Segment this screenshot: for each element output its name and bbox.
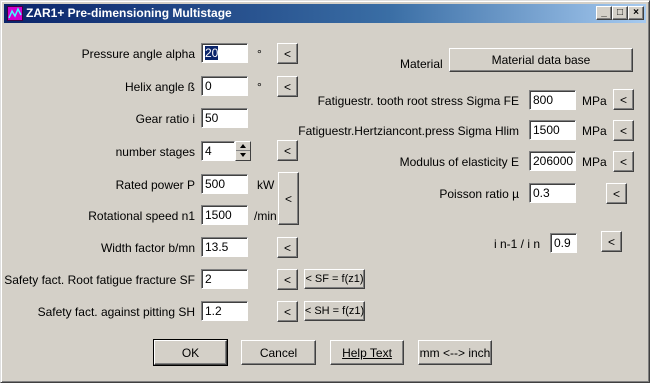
rated-power-input[interactable]: 500	[201, 174, 248, 194]
modulus-e-reset-button[interactable]: <	[613, 151, 634, 172]
pressure-angle-reset-button[interactable]: <	[277, 43, 298, 64]
pressure-angle-label: Pressure angle alpha	[81, 47, 195, 61]
material-label: Material	[400, 57, 443, 71]
width-factor-input[interactable]: 13.5	[201, 237, 248, 257]
helix-angle-label: Helix angle ß	[124, 80, 195, 94]
poisson-reset-button[interactable]: <	[606, 183, 627, 204]
material-database-button[interactable]: Material data base	[449, 48, 633, 72]
ratio-in-input[interactable]: 0.9	[550, 233, 577, 253]
rotational-speed-unit: /min	[254, 209, 277, 223]
number-stages-reset-button[interactable]: <	[277, 140, 298, 161]
sigma-hlim-unit: MPa	[582, 124, 607, 138]
sigma-hlim-label: Fatiguestr.Hertziancont.press Sigma Hlim	[298, 124, 519, 138]
power-speed-reset-button[interactable]: <	[278, 172, 299, 225]
poisson-input[interactable]: 0.3	[529, 183, 576, 203]
app-icon[interactable]	[7, 6, 23, 21]
window-title: ZAR1+ Pre-dimensioning Multistage	[26, 6, 232, 20]
spinner-down-button[interactable]	[236, 151, 250, 160]
minimize-button[interactable]: _	[596, 6, 612, 20]
width-factor-label: Width factor b/mn	[100, 241, 195, 255]
safety-sh-input[interactable]: 1.2	[201, 301, 248, 321]
rotational-speed-label: Rotational speed n1	[88, 209, 195, 223]
sh-function-button[interactable]: < SH = f(z1)	[304, 301, 365, 321]
title-bar[interactable]: ZAR1+ Pre-dimensioning Multistage _ □ ×	[4, 4, 646, 23]
width-factor-reset-button[interactable]: <	[277, 237, 298, 258]
safety-sh-label: Safety fact. against pitting SH	[37, 305, 195, 319]
dialog-window: ZAR1+ Pre-dimensioning Multistage _ □ × …	[0, 0, 650, 383]
arrow-down-icon	[240, 153, 246, 157]
helix-angle-input[interactable]: 0	[201, 76, 248, 96]
unit-toggle-button[interactable]: mm <--> inch	[418, 340, 492, 365]
rated-power-unit: kW	[257, 178, 275, 192]
ok-button[interactable]: OK	[153, 339, 228, 366]
sigma-hlim-input[interactable]: 1500	[529, 120, 576, 140]
safety-sh-reset-button[interactable]: <	[277, 301, 298, 322]
safety-sf-input[interactable]: 2	[201, 269, 248, 289]
sigma-fe-input[interactable]: 800	[529, 90, 576, 110]
arrow-up-icon	[240, 144, 246, 148]
modulus-e-label: Modulus of elasticity E	[399, 155, 519, 169]
help-text-button[interactable]: Help Text	[330, 340, 404, 365]
help-text-label: Help Text	[342, 345, 392, 360]
poisson-label: Poisson ratio µ	[439, 187, 519, 201]
gear-ratio-label: Gear ratio i	[135, 112, 195, 126]
ratio-in-reset-button[interactable]: <	[601, 231, 622, 252]
maximize-button[interactable]: □	[612, 6, 628, 20]
sf-function-button[interactable]: < SF = f(z1)	[304, 269, 365, 289]
spinner-up-button[interactable]	[236, 142, 250, 151]
rotational-speed-input[interactable]: 1500	[201, 205, 248, 225]
sigma-fe-label: Fatiguestr. tooth root stress Sigma FE	[317, 94, 519, 108]
sigma-fe-unit: MPa	[582, 94, 607, 108]
ratio-in-label: i n-1 / i n	[493, 237, 540, 251]
number-stages-spinner[interactable]	[235, 141, 251, 161]
pressure-angle-unit: °	[257, 47, 262, 61]
helix-angle-unit: °	[257, 80, 262, 94]
sigma-fe-reset-button[interactable]: <	[613, 89, 634, 110]
number-stages-label: number stages	[115, 145, 195, 159]
close-button[interactable]: ×	[628, 6, 644, 20]
safety-sf-label: Safety fact. Root fatigue fracture SF	[4, 273, 195, 287]
cancel-button[interactable]: Cancel	[241, 340, 316, 365]
number-stages-input[interactable]: 4	[201, 141, 235, 161]
helix-angle-reset-button[interactable]: <	[277, 76, 298, 97]
safety-sf-reset-button[interactable]: <	[277, 269, 298, 290]
rated-power-label: Rated power P	[115, 178, 195, 192]
modulus-e-unit: MPa	[582, 155, 607, 169]
gear-ratio-input[interactable]: 50	[201, 108, 248, 128]
pressure-angle-input[interactable]: 20	[201, 43, 248, 63]
modulus-e-input[interactable]: 206000	[529, 151, 576, 171]
sigma-hlim-reset-button[interactable]: <	[613, 120, 634, 141]
